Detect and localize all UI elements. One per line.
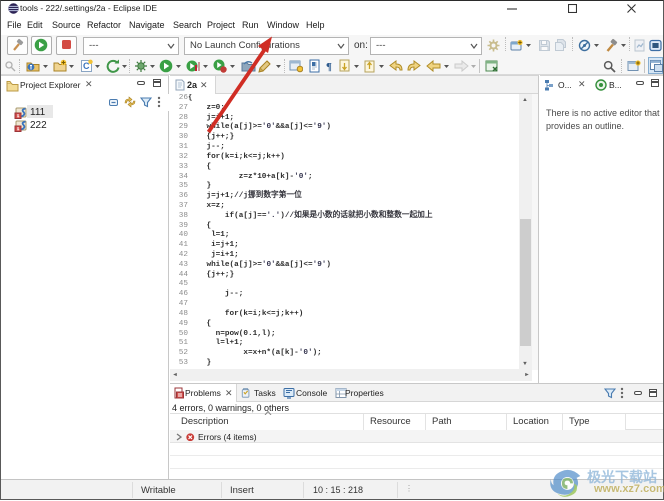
svg-text:¶: ¶ xyxy=(326,61,332,72)
